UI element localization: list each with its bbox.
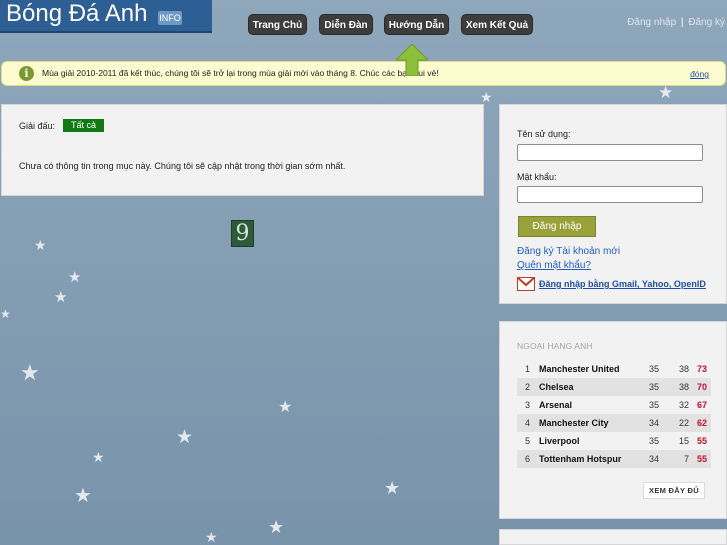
star-decoration: ★ — [480, 89, 493, 105]
goal-diff-cell: 32 — [678, 400, 689, 410]
team-cell[interactable]: Arsenal — [539, 400, 572, 410]
register-account-link[interactable]: Đăng ký Tài khoản mới — [517, 246, 620, 257]
site-title[interactable]: Bóng Đá Anh — [6, 0, 147, 28]
points-cell: 70 — [697, 382, 708, 392]
top-login-link[interactable]: Đăng nhập — [627, 17, 676, 28]
goal-diff-cell: 38 — [678, 364, 689, 374]
table-row[interactable]: 3 Arsenal 35 32 67 — [517, 396, 711, 414]
username-input[interactable] — [517, 144, 703, 161]
team-cell[interactable]: Manchester City — [539, 418, 609, 428]
league-filter-all[interactable]: Tất cả — [63, 119, 104, 132]
team-cell[interactable]: Liverpool — [539, 436, 580, 446]
rank-cell: 5 — [525, 436, 531, 446]
points-cell: 55 — [697, 436, 708, 446]
notice-text: Mùa giải 2010-2011 đã kết thúc, chúng tô… — [42, 68, 439, 78]
star-decoration: ★ — [34, 237, 47, 253]
points-cell: 67 — [697, 400, 708, 410]
played-cell: 34 — [649, 454, 660, 464]
login-button[interactable]: Đăng nhập — [518, 216, 596, 237]
nav-guide-button[interactable]: Hướng Dẫn — [384, 14, 449, 35]
points-cell: 55 — [697, 454, 708, 464]
points-cell: 62 — [697, 418, 708, 428]
team-cell[interactable]: Chelsea — [539, 382, 574, 392]
login-panel: Tên sử dụng: Mật khẩu: Đăng nhập Đăng ký… — [499, 104, 727, 304]
empty-message: Chưa có thông tin trong mục này. Chúng t… — [19, 161, 346, 171]
goal-diff-cell: 15 — [678, 436, 689, 446]
rank-cell: 4 — [525, 418, 531, 428]
notice-close-link[interactable]: đóng — [690, 69, 709, 79]
played-cell: 35 — [649, 364, 660, 374]
info-icon: i — [19, 66, 34, 81]
rank-cell: 2 — [525, 382, 531, 392]
news-panel: Giải đấu: Tất cả Chưa có thông tin trong… — [1, 104, 484, 196]
star-decoration: ★ — [92, 449, 105, 465]
openid-login-link[interactable]: Đăng nhập bằng Gmail, Yahoo, OpenID — [539, 279, 706, 289]
rank-cell: 6 — [525, 454, 531, 464]
played-cell: 35 — [649, 400, 660, 410]
nav-forum-button[interactable]: Diễn Đàn — [319, 14, 373, 35]
star-decoration: ★ — [74, 485, 92, 507]
star-decoration: ★ — [20, 360, 40, 385]
username-label: Tên sử dụng: — [517, 129, 571, 139]
link-separator: | — [680, 17, 684, 28]
table-row[interactable]: 1 Manchester United 35 38 73 — [517, 360, 711, 378]
team-cell[interactable]: Manchester United — [539, 364, 620, 374]
password-label: Mật khẩu: — [517, 172, 557, 182]
table-row[interactable]: 6 Tottenham Hotspur 34 7 55 — [517, 450, 711, 468]
nav-home-button[interactable]: Trang Chủ — [248, 14, 307, 35]
goal-diff-cell: 22 — [678, 418, 689, 428]
password-input[interactable] — [517, 186, 703, 203]
played-cell: 35 — [649, 382, 660, 392]
league-filter-label: Giải đấu: — [19, 121, 56, 131]
star-decoration: ★ — [268, 517, 285, 537]
goal-diff-cell: 7 — [683, 454, 689, 464]
star-decoration: ★ — [278, 399, 293, 416]
table-row[interactable]: 5 Liverpool 35 15 55 — [517, 432, 711, 450]
view-full-table-button[interactable]: XEM ĐẦY ĐỦ — [643, 482, 705, 499]
forgot-password-link[interactable]: Quên mật khẩu? — [517, 260, 591, 271]
star-decoration: ★ — [384, 478, 401, 498]
info-badge: INFO — [158, 11, 182, 25]
notice-bar: i Mùa giải 2010-2011 đã kết thúc, chúng … — [1, 61, 726, 86]
rank-cell: 1 — [525, 364, 531, 374]
played-cell: 34 — [649, 418, 660, 428]
site-logo[interactable]: Bóng Đá Anh INFO — [0, 0, 212, 33]
account-links: Đăng nhập | Đăng ký — [627, 17, 725, 28]
star-decoration: ★ — [0, 307, 11, 321]
star-decoration: ★ — [205, 529, 218, 545]
played-cell: 35 — [649, 436, 660, 446]
bottom-panel — [499, 529, 727, 545]
star-decoration: ★ — [68, 269, 82, 286]
goal-diff-cell: 38 — [678, 382, 689, 392]
star-decoration: ★ — [54, 289, 68, 306]
rank-cell: 3 — [525, 400, 531, 410]
nav-results-button[interactable]: Xem Kết Quả — [461, 14, 533, 35]
star-decoration: ★ — [176, 427, 194, 448]
standings-title: NGOẠI HẠNG ANH — [517, 341, 593, 351]
table-row[interactable]: 2 Chelsea 35 38 70 — [517, 378, 711, 396]
standings-panel: NGOẠI HẠNG ANH 1 Manchester United 35 38… — [499, 321, 727, 519]
gmail-icon — [517, 277, 535, 291]
points-cell: 73 — [697, 364, 708, 374]
star-decoration: ★ — [658, 83, 674, 102]
team-cell[interactable]: Tottenham Hotspur — [539, 454, 621, 464]
table-row[interactable]: 4 Manchester City 34 22 62 — [517, 414, 711, 432]
arrow-up-icon — [396, 44, 428, 76]
decorative-tile: 9 — [231, 220, 254, 247]
top-register-link[interactable]: Đăng ký — [688, 17, 725, 28]
